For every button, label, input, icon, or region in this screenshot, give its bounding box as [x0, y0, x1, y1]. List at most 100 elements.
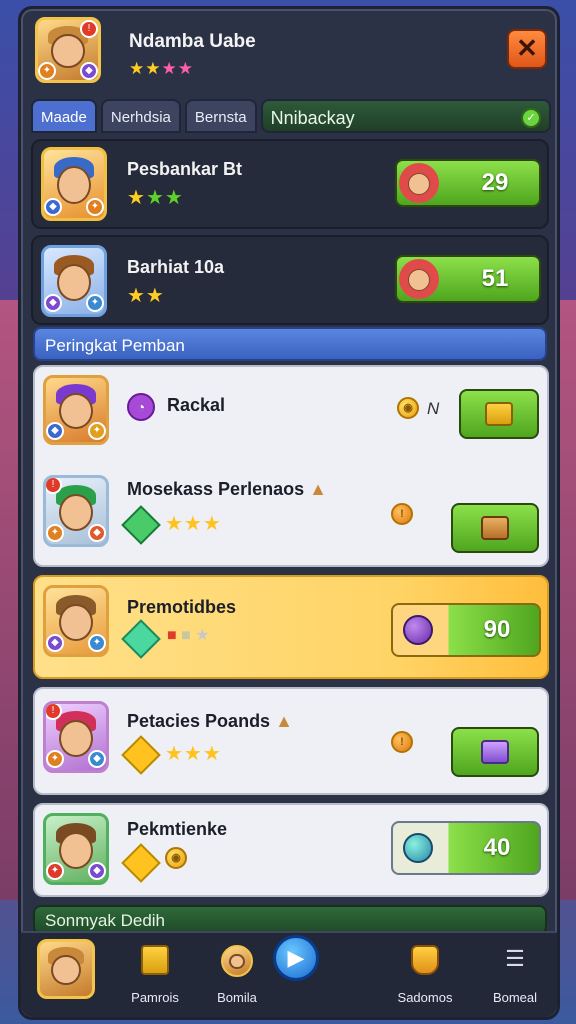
coin-icon: ! [391, 503, 413, 525]
list-item-highlighted[interactable]: ◆ ✦ Premotidbes ■ ■ ★ 90 [33, 575, 549, 679]
avatar [37, 939, 95, 999]
bottom-nav: Pamrois Bomila ▶ Sadomos ☰ Bomeal [21, 931, 557, 1017]
mini-avatar [399, 163, 439, 203]
score-button[interactable]: 29 [395, 159, 541, 207]
player-name: Pekmtienke [127, 819, 228, 839]
rank-badge-icon: ◆ [88, 862, 106, 880]
clock-icon: ◔ [127, 393, 155, 421]
list-item[interactable]: ◆ ✦ Pesbankar Bt ★★★ 29 [31, 139, 549, 229]
gem-icon [121, 735, 161, 775]
list-item[interactable]: ✦ ◆ Pekmtienke ◉ 40 [33, 803, 549, 897]
star-icon: ★★ [161, 59, 194, 78]
tab-maade[interactable]: Maade [31, 99, 97, 133]
orb-icon [403, 615, 433, 645]
gem-icon [121, 505, 161, 545]
list-item[interactable]: ! ✦ ◆ Petacies Poands ▲ ★★★ ! [33, 687, 549, 795]
rank-badge-icon: ◆ [46, 634, 64, 652]
rank-badge-icon: ◆ [80, 62, 98, 80]
rank-badge-icon: ◆ [46, 422, 64, 440]
avatar: ✦ ◆ [43, 813, 109, 885]
player-name: Rackal [167, 395, 226, 415]
player-stars: ★★ [127, 285, 165, 307]
level-badge-icon: ✦ [38, 62, 56, 80]
level-badge-icon: ✦ [88, 634, 106, 652]
chest-button[interactable] [451, 727, 539, 777]
player-name: Mosekass Perlenaos ▲ [127, 479, 327, 500]
player-stars: ★★★ [127, 187, 184, 209]
check-icon: ✓ [521, 108, 541, 128]
player-name: Premotidbes [127, 597, 237, 617]
hero-icon [221, 945, 253, 977]
nav-bomila[interactable]: Bomila [201, 933, 273, 1019]
nav-pamrois[interactable]: Pamrois [117, 933, 193, 1019]
avatar: ! ✦ ◆ [43, 475, 109, 547]
alert-badge-icon: ! [80, 20, 98, 38]
avatar: ◆ ✦ [43, 375, 109, 445]
coin-icon: ◉ [397, 397, 419, 419]
nav-label: Bomeal [492, 990, 538, 1005]
player-name: Ndamba Uabe [129, 31, 256, 52]
tab-nnibackay[interactable]: Nnibackay ✓ [260, 99, 551, 133]
play-icon: ▶ [273, 935, 319, 981]
player-stars: ★★★★ [129, 59, 194, 79]
rank-badge-icon: ◆ [88, 750, 106, 768]
red-gem-icon: ■ [167, 627, 177, 644]
chest-button[interactable] [459, 389, 539, 439]
grey-gem-icon: ■ [181, 627, 191, 644]
star-icon: ★ [195, 627, 210, 644]
tab-nnibackay-label: Nnibackay [270, 108, 355, 128]
stack-icon: ☰ [505, 946, 525, 971]
nav-sadomos[interactable]: Sadomos [387, 933, 463, 1019]
avatar: ◆ ✦ [41, 147, 107, 221]
nav-label: Bomila [217, 990, 257, 1005]
close-button[interactable]: ✕ [507, 29, 547, 69]
rank-up-icon: ▲ [309, 479, 327, 499]
chest-button[interactable] [451, 503, 539, 553]
chest-icon [481, 740, 509, 764]
score-button[interactable]: 90 [391, 603, 541, 657]
score-value: 40 [483, 834, 511, 861]
list-item[interactable]: ◆ ✦ Barhiat 10a ★★ 51 [31, 235, 549, 325]
star-icon: ★★ [129, 59, 162, 78]
nav-label: Sadomos [397, 990, 453, 1005]
section-header: Peringkat Pemban [33, 327, 547, 361]
reward-icons: ■ ■ ★ [167, 625, 210, 645]
nav-label: Pamrois [131, 990, 179, 1005]
play-button[interactable]: ▶ [271, 933, 321, 1019]
player-name-text: Mosekass Perlenaos [127, 479, 305, 499]
rank-badge-icon: ◆ [44, 294, 62, 312]
avatar: ◆ ✦ [41, 245, 107, 317]
rank-badge-icon: ◆ [88, 524, 106, 542]
list-item[interactable]: ! ✦ ◆ Mosekass Perlenaos ▲ ★★★ ! [35, 467, 547, 565]
player-avatar[interactable]: ✦ ◆ ! [35, 17, 101, 83]
rank-up-icon: ▲ [275, 711, 293, 731]
gem-icon [121, 843, 161, 883]
tab-nerhdsia[interactable]: Nerhdsia [100, 99, 181, 133]
trophy-icon [411, 945, 439, 975]
orb-icon [403, 833, 433, 863]
score-button[interactable]: 40 [391, 821, 541, 875]
leaderboard-panel: ✦ ◆ ! Ndamba Uabe ★★★★ ✕ Maade Nerhdsia … [18, 6, 560, 1020]
chest-icon [481, 516, 509, 540]
chest-icon [485, 402, 513, 426]
header: ✦ ◆ ! Ndamba Uabe ★★★★ ✕ [35, 17, 551, 89]
score-button[interactable]: 51 [395, 255, 541, 303]
player-stars: ★★★ [165, 513, 222, 535]
player-name: Pesbankar Bt [127, 159, 243, 179]
alert-badge-icon: ! [46, 704, 62, 720]
level-badge-icon: ✦ [88, 422, 106, 440]
alert-badge-icon: ! [46, 478, 62, 494]
level-badge-icon: ✦ [46, 750, 64, 768]
list-item[interactable]: ◆ ✦ ◔ Rackal ◉ N [35, 367, 547, 465]
tab-bernsta[interactable]: Bernsta [184, 99, 257, 133]
ranking-group: ◆ ✦ ◔ Rackal ◉ N ! ✦ ◆ Mosekass Perlenao… [33, 365, 549, 567]
tab-bar: Maade Nerhdsia Bernsta Nnibackay ✓ [31, 99, 551, 135]
avatar: ◆ ✦ [43, 585, 109, 657]
nav-bomeal[interactable]: ☰ Bomeal [477, 933, 553, 1019]
score-value: 51 [481, 265, 509, 292]
gem-icon [121, 619, 161, 659]
score-value: 90 [483, 616, 511, 643]
nav-profile[interactable] [31, 933, 97, 1019]
coin-icon: ! [391, 731, 413, 753]
coin-icon: ◉ [165, 847, 187, 869]
